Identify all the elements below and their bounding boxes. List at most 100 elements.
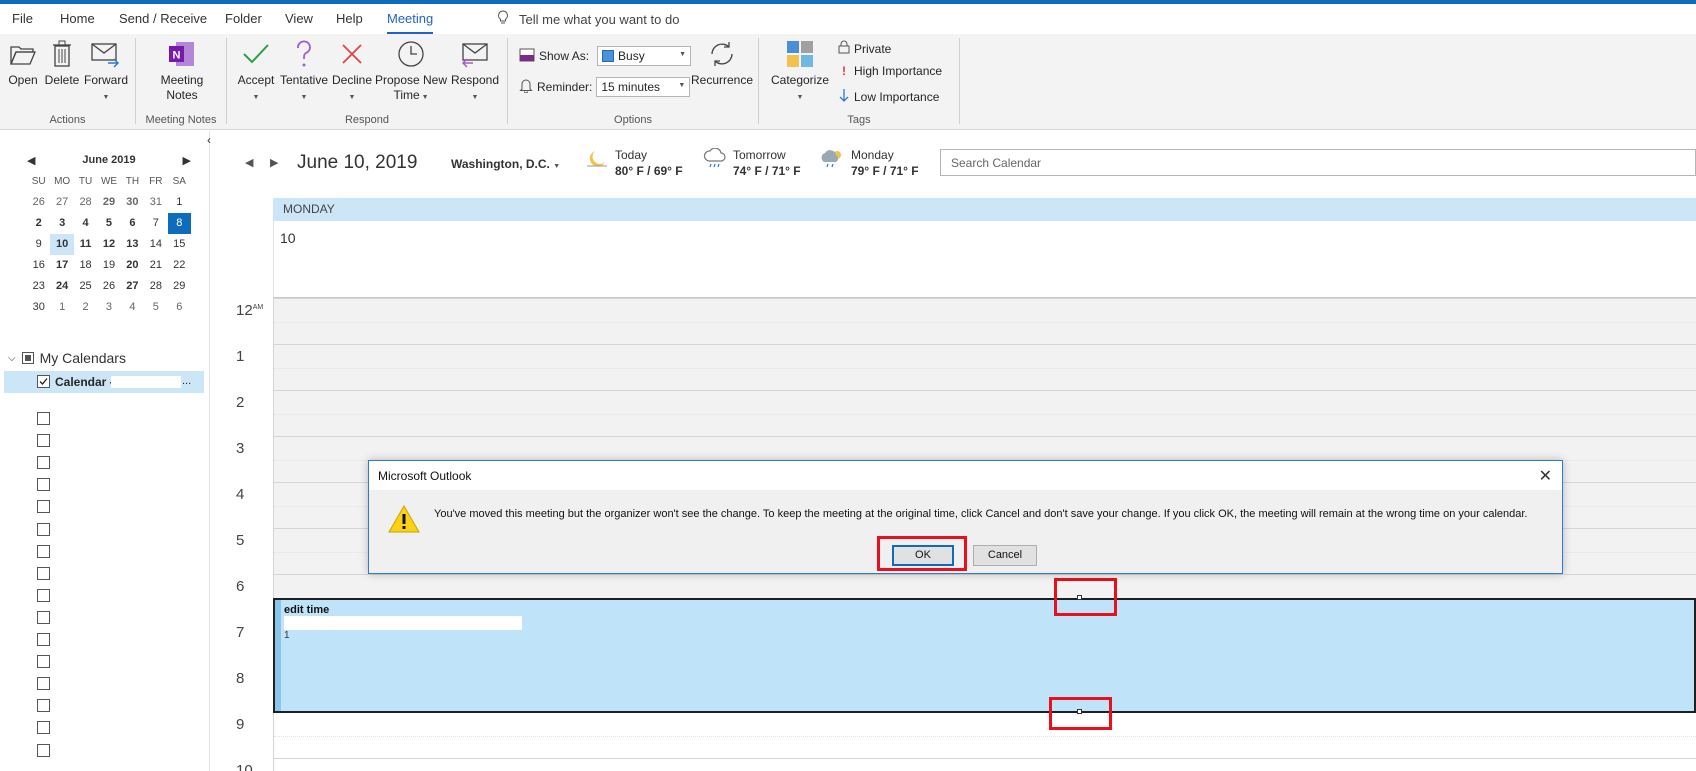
low-importance-button[interactable]: Low Importance [838,88,939,105]
cancel-button[interactable]: Cancel [973,545,1037,566]
meeting-event[interactable]: edit time 1 [273,598,1696,713]
tab-help[interactable]: Help [336,11,363,26]
mini-calendar-day[interactable]: 6 [121,213,144,234]
accept-button[interactable]: Accept ▼ [236,38,276,105]
calendar-checkbox[interactable] [37,456,50,470]
my-calendars-group[interactable]: ⌵ My Calendars [8,350,126,366]
mini-calendar-day[interactable]: 4 [74,213,97,234]
calendar-checkbox[interactable] [37,478,50,492]
calendar-checkbox[interactable] [37,610,50,624]
mini-calendar-day[interactable]: 26 [27,192,50,213]
calendar-checkbox[interactable] [37,412,50,425]
time-slot[interactable] [273,390,1696,436]
mini-calendar-day[interactable]: 2 [74,297,97,318]
mini-calendar-day[interactable]: 28 [74,192,97,213]
recurrence-button[interactable]: Recurrence [690,38,754,88]
calendar-checkbox[interactable] [37,522,50,536]
mini-calendar-day[interactable]: 30 [27,297,50,318]
propose-new-time-button[interactable]: Propose New Time ▼ [374,38,448,105]
mini-calendar-day[interactable]: 21 [144,255,167,276]
search-calendar-input[interactable]: Search Calendar [940,149,1696,176]
mini-calendar-day[interactable]: 7 [144,213,167,234]
open-button[interactable]: Open [6,38,40,88]
collapse-pane-icon[interactable]: ‹ [207,133,211,147]
tell-me-box[interactable]: Tell me what you want to do [497,10,679,28]
mini-calendar-day[interactable]: 28 [144,276,167,297]
next-month-icon[interactable]: ▶ [183,154,191,167]
mini-calendar-day[interactable]: 5 [144,297,167,318]
mini-calendar-day[interactable]: 29 [168,276,191,297]
mini-calendar-day[interactable]: 17 [50,255,73,276]
mini-calendar-day[interactable]: 9 [27,234,50,255]
mini-calendar-day[interactable]: 19 [97,255,120,276]
meeting-notes-button[interactable]: N Meeting Notes [152,38,212,103]
mini-calendar-day[interactable]: 10 [50,234,74,255]
mini-calendar-day[interactable]: 2 [27,213,50,234]
tab-folder[interactable]: Folder [225,11,262,26]
high-importance-button[interactable]: ! High Importance [838,64,942,78]
forward-button[interactable]: Forward ▼ [82,38,130,105]
mini-calendar-day[interactable]: 11 [74,234,97,255]
tentative-button[interactable]: Tentative ▼ [279,38,329,105]
next-day-icon[interactable]: ▶ [270,156,278,169]
calendar-checkbox[interactable] [37,588,50,602]
mini-calendar-day[interactable]: 12 [97,234,120,255]
mini-calendar-day[interactable]: 25 [74,276,97,297]
calendar-checkbox[interactable] [37,699,50,713]
tab-file[interactable]: File [12,11,33,26]
mini-calendar-day[interactable]: 24 [50,276,73,297]
time-slot[interactable] [273,344,1696,390]
mini-calendar-day[interactable]: 13 [121,234,144,255]
mini-calendar-day[interactable]: 14 [144,234,167,255]
time-slot[interactable] [273,758,1696,771]
calendar-checkbox[interactable] [37,566,50,580]
reminder-dropdown[interactable]: 15 minutes ▼ [596,77,691,97]
mini-calendar-day[interactable]: 5 [97,213,120,234]
delete-button[interactable]: Delete [44,38,80,88]
mini-calendar-day[interactable]: 20 [121,255,144,276]
mini-calendar-day[interactable]: 6 [168,297,191,318]
mini-calendar-day[interactable]: 26 [97,276,120,297]
time-slot[interactable] [273,712,1696,758]
mini-calendar-day[interactable]: 8 [167,213,191,234]
mini-calendar-day[interactable]: 15 [168,234,191,255]
private-button[interactable]: Private [838,40,891,57]
decline-button[interactable]: Decline ▼ [331,38,373,105]
mini-calendar-day[interactable]: 31 [144,192,167,213]
close-icon[interactable]: ✕ [1539,466,1552,486]
categorize-button[interactable]: Categorize ▼ [768,38,832,105]
tab-home[interactable]: Home [60,11,95,26]
respond-button[interactable]: Respond ▼ [450,38,500,105]
all-day-area[interactable] [273,221,1696,298]
calendar-checkbox[interactable] [37,544,50,558]
tab-meeting[interactable]: Meeting [387,11,434,35]
prev-day-icon[interactable]: ◀ [245,156,253,169]
calendar-checkbox[interactable] [37,677,50,691]
mini-calendar-day[interactable]: 27 [50,192,73,213]
calendar-checkbox[interactable] [37,434,50,448]
mini-calendar-day[interactable]: 16 [27,255,50,276]
mini-calendar-day[interactable]: 4 [121,297,144,318]
calendar-checkbox[interactable] [37,721,50,735]
mini-calendar-day[interactable]: 1 [168,192,191,213]
mini-calendar-day[interactable]: 27 [121,276,144,297]
mini-calendar-day[interactable]: 23 [27,276,50,297]
calendar-checkbox[interactable] [37,500,50,514]
location-dropdown[interactable]: Washington, D.C. ▼ [451,157,560,171]
mini-calendar-day[interactable]: 29 [97,192,120,213]
calendar-checkbox[interactable] [37,633,50,646]
mini-calendar-day[interactable]: 18 [74,255,97,276]
time-slot[interactable] [273,298,1696,344]
calendar-folder-item[interactable]: Calendar - ... [4,371,204,393]
calendar-checkbox[interactable] [37,655,50,669]
tab-view[interactable]: View [285,11,313,26]
calendar-checkbox[interactable] [37,743,50,757]
show-as-dropdown[interactable]: Busy ▼ [597,46,692,66]
mini-calendar-day[interactable]: 3 [50,213,73,234]
mini-calendar-day[interactable]: 3 [97,297,120,318]
mini-calendar-day[interactable]: 22 [168,255,191,276]
checkbox-checked[interactable] [37,375,50,388]
mini-calendar-day[interactable]: 1 [50,297,73,318]
tab-send-receive[interactable]: Send / Receive [119,11,207,26]
prev-month-icon[interactable]: ◀ [27,154,35,167]
